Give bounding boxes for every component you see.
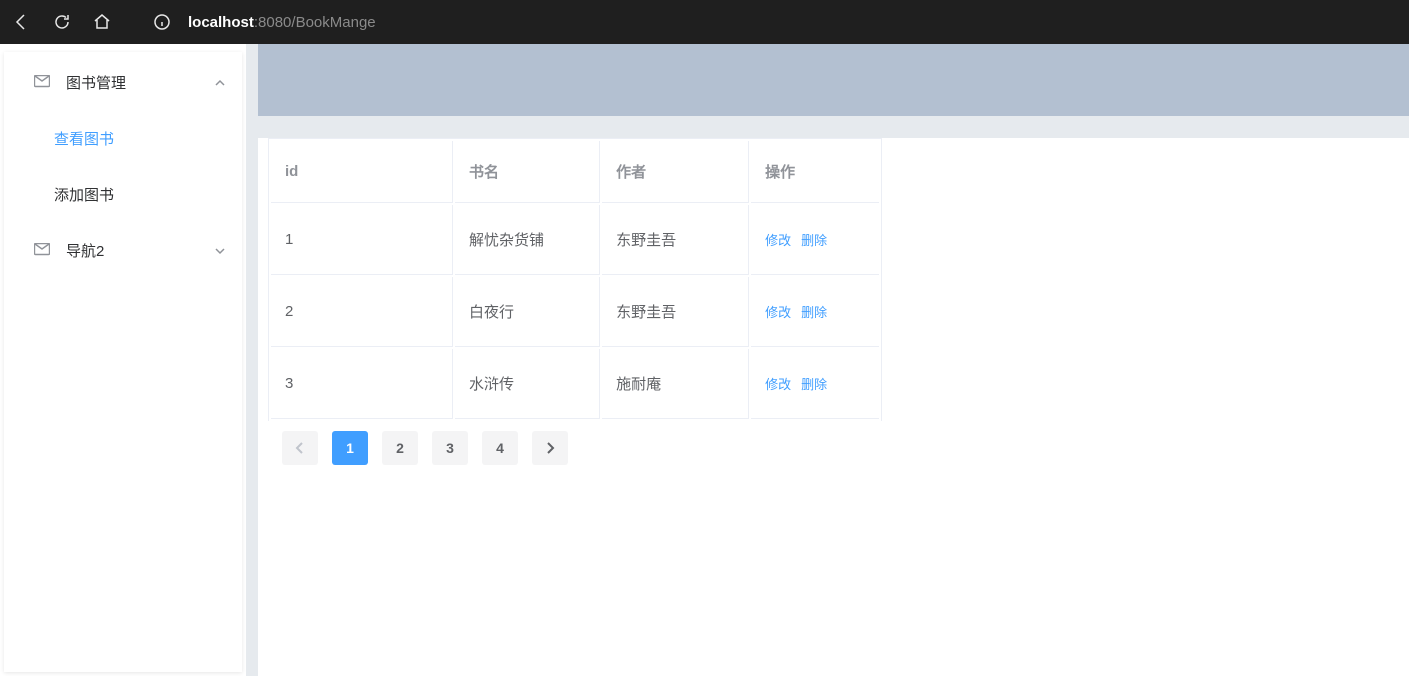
menu-group-nav2[interactable]: 导航2 xyxy=(0,222,246,278)
cell-action: 修改删除 xyxy=(751,205,879,275)
menu-group-books[interactable]: 图书管理 xyxy=(0,54,246,110)
mail-icon xyxy=(34,75,50,89)
sidebar-item-view-books[interactable]: 查看图书 xyxy=(0,110,246,166)
browser-toolbar: localhost:8080/BookMange xyxy=(0,0,1409,44)
sidebar-item-label: 查看图书 xyxy=(54,128,114,149)
mail-icon xyxy=(34,243,50,257)
main-content: id 书名 作者 操作 1解忧杂货铺东野圭吾修改删除2白夜行东野圭吾修改删除3水… xyxy=(246,44,1409,676)
sidebar-item-label: 添加图书 xyxy=(54,184,114,205)
cell-name: 解忧杂货铺 xyxy=(455,205,600,275)
cell-author: 施耐庵 xyxy=(602,349,749,419)
cell-id: 3 xyxy=(271,349,453,419)
table-row: 2白夜行东野圭吾修改删除 xyxy=(271,277,879,347)
cell-author: 东野圭吾 xyxy=(602,277,749,347)
info-icon[interactable] xyxy=(152,12,172,32)
page-prev-button[interactable] xyxy=(282,431,318,465)
cell-action: 修改删除 xyxy=(751,349,879,419)
th-id: id xyxy=(271,141,453,203)
header-bar xyxy=(246,44,1409,116)
page-next-button[interactable] xyxy=(532,431,568,465)
edit-link[interactable]: 修改 xyxy=(765,377,791,392)
delete-link[interactable]: 删除 xyxy=(801,305,827,320)
page-number-button[interactable]: 2 xyxy=(382,431,418,465)
delete-link[interactable]: 删除 xyxy=(801,233,827,248)
pagination: 1234 xyxy=(268,421,1385,485)
delete-link[interactable]: 删除 xyxy=(801,377,827,392)
menu-group-label: 导航2 xyxy=(66,240,104,261)
table-row: 1解忧杂货铺东野圭吾修改删除 xyxy=(271,205,879,275)
url-host: localhost xyxy=(188,14,254,31)
page-number-button[interactable]: 3 xyxy=(432,431,468,465)
th-action: 操作 xyxy=(751,141,879,203)
page-number-button[interactable]: 1 xyxy=(332,431,368,465)
refresh-icon[interactable] xyxy=(52,12,72,32)
edit-link[interactable]: 修改 xyxy=(765,305,791,320)
th-name: 书名 xyxy=(455,141,600,203)
cell-id: 1 xyxy=(271,205,453,275)
home-icon[interactable] xyxy=(92,12,112,32)
sidebar: 图书管理 查看图书 添加图书 导航2 xyxy=(0,44,246,676)
page-number-button[interactable]: 4 xyxy=(482,431,518,465)
url-port: :8080 xyxy=(254,14,292,31)
sidebar-item-add-book[interactable]: 添加图书 xyxy=(0,166,246,222)
books-table: id 书名 作者 操作 1解忧杂货铺东野圭吾修改删除2白夜行东野圭吾修改删除3水… xyxy=(268,138,882,421)
cell-author: 东野圭吾 xyxy=(602,205,749,275)
th-author: 作者 xyxy=(602,141,749,203)
edit-link[interactable]: 修改 xyxy=(765,233,791,248)
back-icon[interactable] xyxy=(12,12,32,32)
url-path: /BookMange xyxy=(291,14,375,31)
table-row: 3水浒传施耐庵修改删除 xyxy=(271,349,879,419)
chevron-down-icon xyxy=(214,244,226,256)
menu-group-label: 图书管理 xyxy=(66,72,126,93)
chevron-up-icon xyxy=(214,76,226,88)
cell-name: 水浒传 xyxy=(455,349,600,419)
address-bar[interactable]: localhost:8080/BookMange xyxy=(188,14,376,31)
cell-action: 修改删除 xyxy=(751,277,879,347)
cell-id: 2 xyxy=(271,277,453,347)
cell-name: 白夜行 xyxy=(455,277,600,347)
